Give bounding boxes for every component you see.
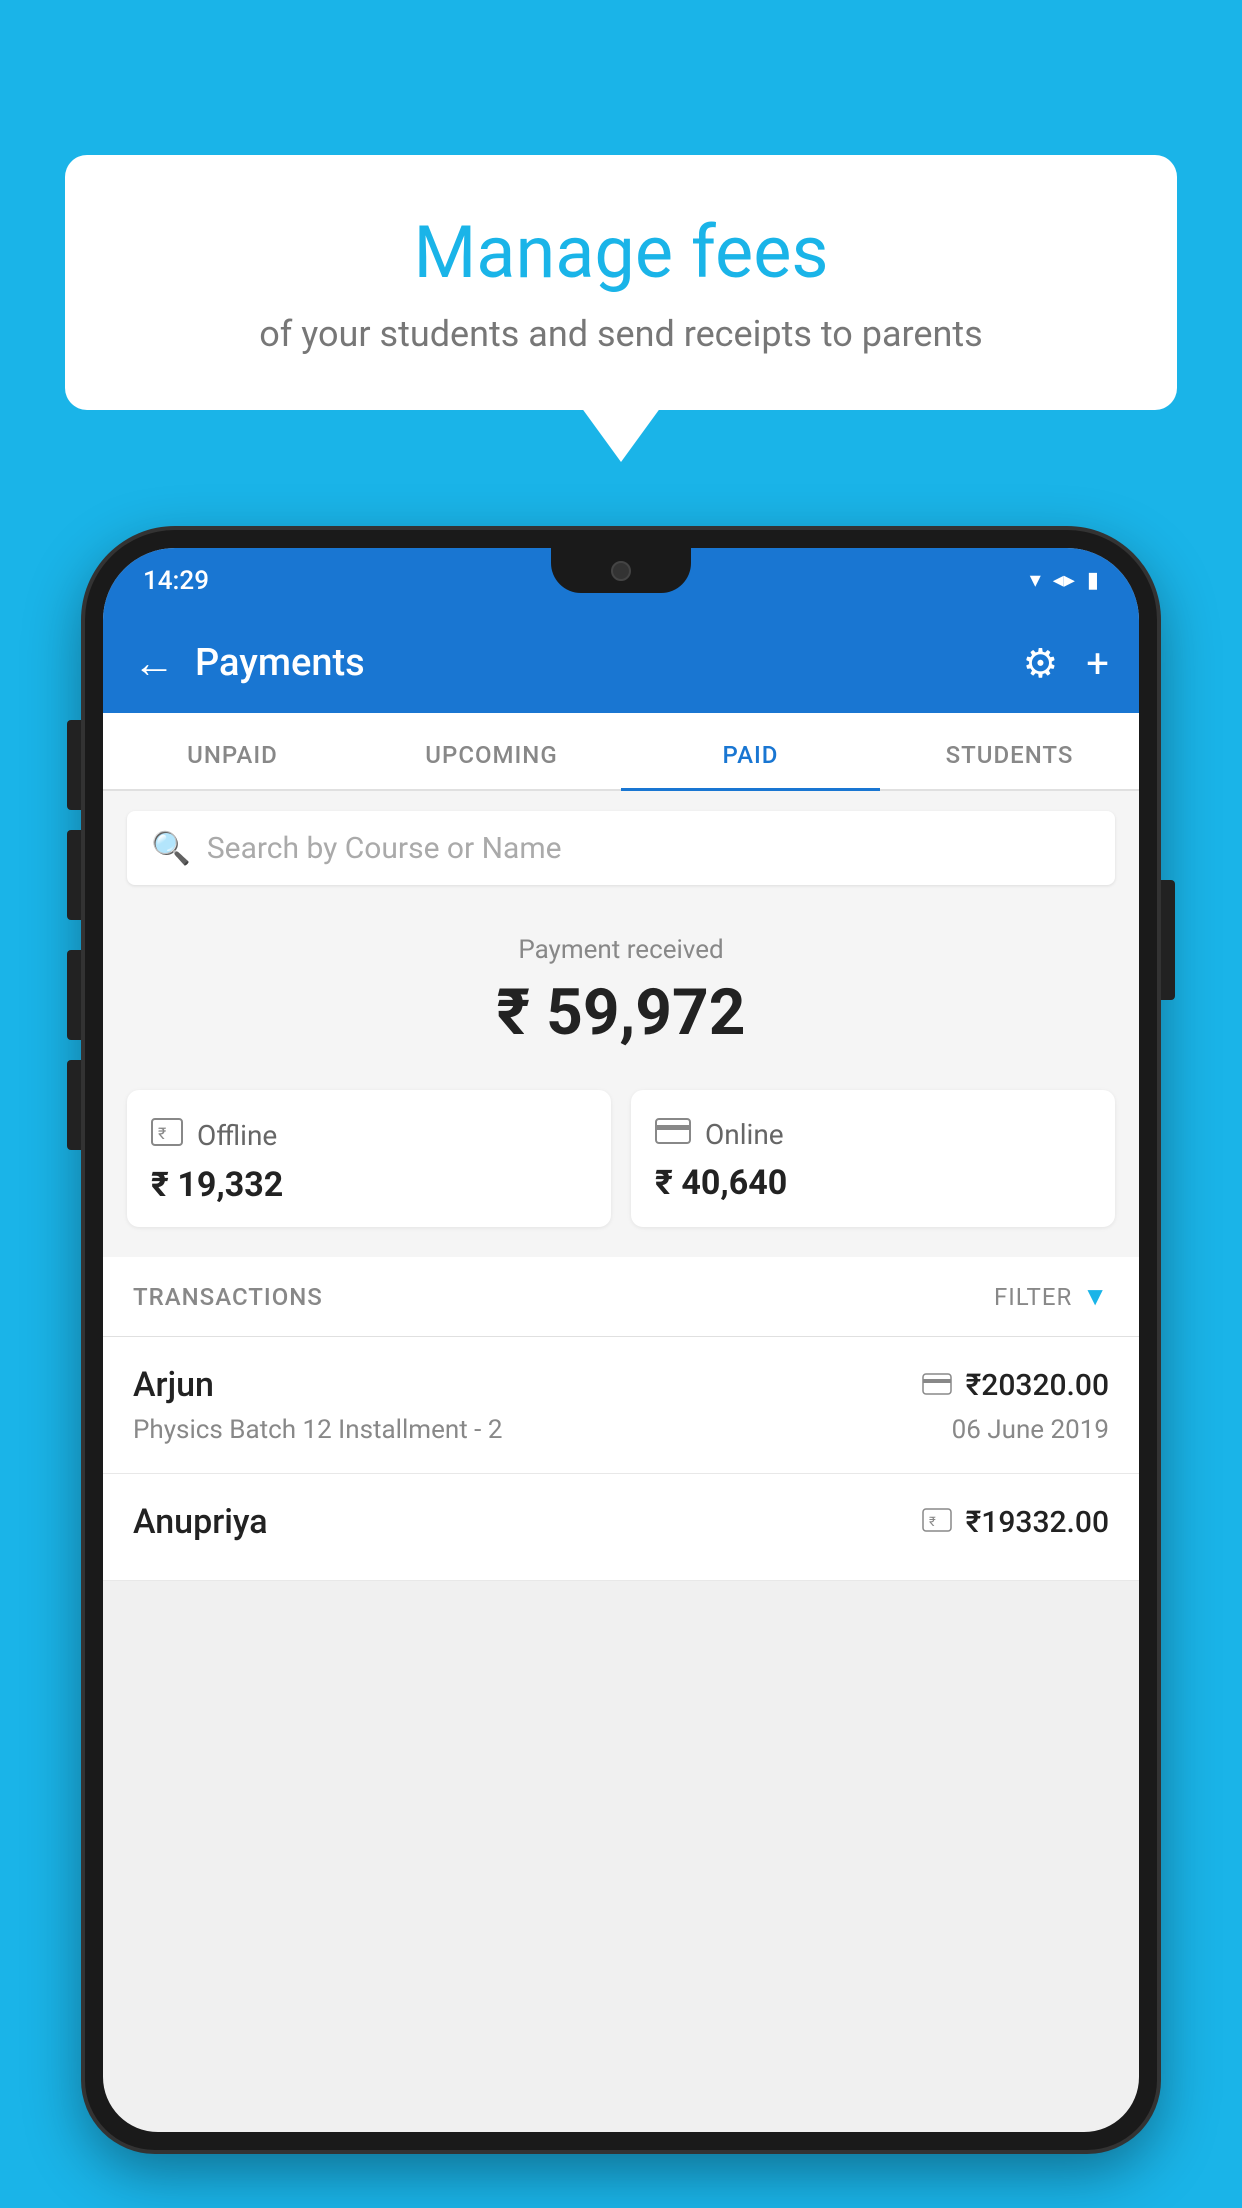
transaction-amount-anupriya: ₹19332.00 [966, 1505, 1109, 1540]
offline-payment-card: ₹ Offline ₹ 19,332 [127, 1090, 611, 1227]
tab-paid[interactable]: PAID [621, 713, 880, 789]
online-payment-icon [655, 1118, 691, 1151]
app-bar: ← Payments ⚙ + [103, 613, 1139, 713]
speech-bubble-title: Manage fees [125, 210, 1117, 295]
payment-received-amount: ₹ 59,972 [103, 975, 1139, 1050]
transaction-amount-arjun: ₹20320.00 [966, 1368, 1109, 1403]
app-bar-actions: ⚙ + [1022, 640, 1109, 687]
transaction-online-icon [922, 1369, 952, 1402]
transaction-item-anupriya[interactable]: Anupriya ₹ ₹19332.00 [103, 1474, 1139, 1581]
online-card-header: Online [655, 1118, 1091, 1151]
transaction-name-anupriya: Anupriya [133, 1502, 268, 1542]
status-icons: ▾ ◂▸ ▮ [1030, 568, 1099, 593]
transactions-label: TRANSACTIONS [133, 1283, 323, 1311]
transaction-course-arjun: Physics Batch 12 Installment - 2 [133, 1415, 502, 1445]
filter-label: FILTER [994, 1283, 1072, 1311]
status-time: 14:29 [143, 566, 209, 596]
back-button[interactable]: ← [133, 639, 175, 688]
svg-text:₹: ₹ [929, 1515, 936, 1530]
filter-icon: ▼ [1082, 1281, 1109, 1312]
phone-notch [551, 548, 691, 593]
online-card-type: Online [705, 1118, 784, 1151]
speech-bubble: Manage fees of your students and send re… [65, 155, 1177, 410]
phone-outer: 14:29 ▾ ◂▸ ▮ ← Payments ⚙ + UNPAID [85, 530, 1157, 2150]
transactions-header: TRANSACTIONS FILTER ▼ [103, 1257, 1139, 1337]
search-icon: 🔍 [151, 829, 191, 867]
search-placeholder-text: Search by Course or Name [207, 831, 562, 866]
transaction-row1-anupriya: Anupriya ₹ ₹19332.00 [133, 1502, 1109, 1542]
payment-received-label: Payment received [103, 935, 1139, 965]
offline-card-header: ₹ Offline [151, 1118, 587, 1153]
notch-camera [611, 561, 631, 581]
tab-students[interactable]: STUDENTS [880, 713, 1139, 789]
payment-cards-row: ₹ Offline ₹ 19,332 [103, 1070, 1139, 1257]
svg-text:₹: ₹ [158, 1124, 166, 1143]
transaction-date-arjun: 06 June 2019 [952, 1415, 1109, 1445]
offline-payment-icon: ₹ [151, 1118, 183, 1153]
settings-icon[interactable]: ⚙ [1022, 640, 1058, 687]
payment-received-section: Payment received ₹ 59,972 [103, 905, 1139, 1070]
search-box[interactable]: 🔍 Search by Course or Name [127, 811, 1115, 885]
transaction-offline-icon: ₹ [922, 1506, 952, 1539]
online-card-amount: ₹ 40,640 [655, 1163, 1091, 1203]
transaction-amount-wrap-anupriya: ₹ ₹19332.00 [922, 1505, 1109, 1540]
transaction-row2: Physics Batch 12 Installment - 2 06 June… [133, 1415, 1109, 1445]
tab-upcoming[interactable]: UPCOMING [362, 713, 621, 789]
online-payment-card: Online ₹ 40,640 [631, 1090, 1115, 1227]
page-title: Payments [195, 641, 1022, 685]
add-icon[interactable]: + [1086, 640, 1109, 687]
offline-card-type: Offline [197, 1119, 277, 1152]
offline-card-amount: ₹ 19,332 [151, 1165, 587, 1205]
phone-container: 14:29 ▾ ◂▸ ▮ ← Payments ⚙ + UNPAID [85, 530, 1157, 2208]
battery-icon: ▮ [1087, 568, 1099, 593]
filter-button[interactable]: FILTER ▼ [994, 1281, 1109, 1312]
phone-screen: 14:29 ▾ ◂▸ ▮ ← Payments ⚙ + UNPAID [103, 548, 1139, 2132]
transaction-amount-wrap-arjun: ₹20320.00 [922, 1368, 1109, 1403]
tabs: UNPAID UPCOMING PAID STUDENTS [103, 713, 1139, 791]
search-container: 🔍 Search by Course or Name [103, 791, 1139, 905]
signal-icon: ◂▸ [1053, 568, 1075, 593]
transaction-name-arjun: Arjun [133, 1365, 214, 1405]
transaction-row1: Arjun ₹20320.00 [133, 1365, 1109, 1405]
wifi-icon: ▾ [1030, 568, 1041, 593]
tab-unpaid[interactable]: UNPAID [103, 713, 362, 789]
speech-bubble-container: Manage fees of your students and send re… [65, 155, 1177, 410]
speech-bubble-subtitle: of your students and send receipts to pa… [125, 313, 1117, 355]
transaction-item-arjun[interactable]: Arjun ₹20320.00 Physics Batch 12 Install… [103, 1337, 1139, 1474]
